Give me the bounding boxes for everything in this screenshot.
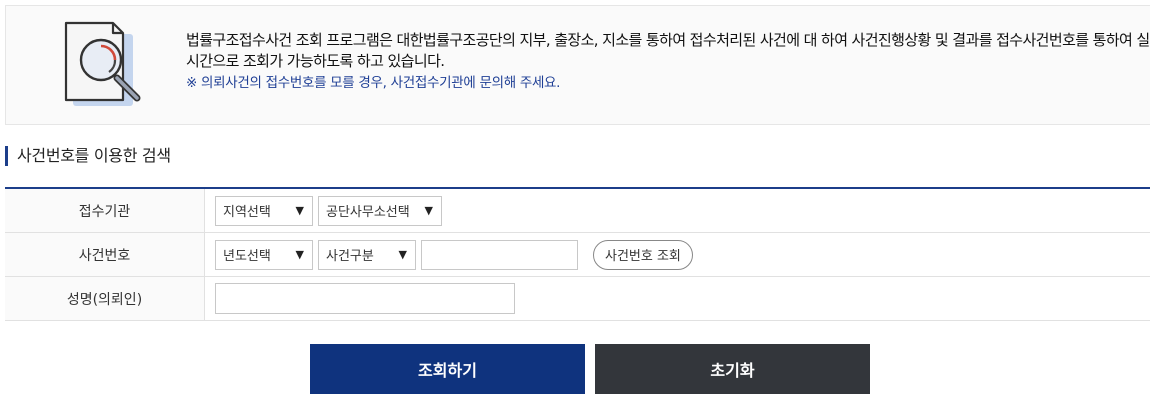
region-select-value: 지역선택 bbox=[223, 205, 271, 220]
reset-button[interactable]: 초기화 bbox=[595, 344, 870, 394]
dropdown-arrow-icon: ▼ bbox=[424, 204, 433, 217]
intro-text: 법률구조접수사건 조회 프로그램은 대한법률구조공단의 지부, 출장소, 지소를… bbox=[186, 30, 1150, 93]
office-select[interactable]: 공단사무소선택 ▼ bbox=[318, 195, 442, 226]
year-select-value: 년도선택 bbox=[223, 249, 271, 264]
case-type-select[interactable]: 사건구분 ▼ bbox=[318, 239, 416, 270]
region-select[interactable]: 지역선택 ▼ bbox=[215, 195, 313, 226]
office-select-value: 공단사무소선택 bbox=[326, 205, 410, 220]
agency-label: 접수기관 bbox=[5, 189, 205, 232]
search-form-table: 접수기관 지역선택 ▼ 공단사무소선택 ▼ 사건번호 년도선택 ▼ 사건구분 ▼… bbox=[5, 187, 1150, 321]
case-number-input[interactable] bbox=[421, 239, 578, 270]
search-button[interactable]: 조회하기 bbox=[310, 344, 585, 394]
section-title: 사건번호를 이용한 검색 bbox=[5, 146, 171, 166]
case-type-select-value: 사건구분 bbox=[326, 249, 374, 264]
case-number-lookup-button[interactable]: 사건번호 조회 bbox=[593, 239, 693, 270]
dropdown-arrow-icon: ▼ bbox=[295, 248, 304, 261]
dropdown-arrow-icon: ▼ bbox=[295, 204, 304, 217]
info-box: 법률구조접수사건 조회 프로그램은 대한법률구조공단의 지부, 출장소, 지소를… bbox=[5, 5, 1150, 125]
intro-note: ※ 의뢰사건의 접수번호를 모를 경우, 사건접수기관에 문의해 주세요. bbox=[186, 75, 561, 91]
case-number-row: 사건번호 년도선택 ▼ 사건구분 ▼ 사건번호 조회 bbox=[5, 233, 1150, 277]
agency-row: 접수기관 지역선택 ▼ 공단사무소선택 ▼ bbox=[5, 189, 1150, 233]
intro-description: 법률구조접수사건 조회 프로그램은 대한법률구조공단의 지부, 출장소, 지소를… bbox=[186, 31, 1150, 70]
client-name-row: 성명(의뢰인) bbox=[5, 277, 1150, 321]
case-number-label: 사건번호 bbox=[5, 233, 205, 276]
year-select[interactable]: 년도선택 ▼ bbox=[215, 239, 313, 270]
document-search-icon bbox=[64, 21, 141, 106]
client-name-label: 성명(의뢰인) bbox=[5, 277, 205, 320]
dropdown-arrow-icon: ▼ bbox=[398, 248, 407, 261]
client-name-input[interactable] bbox=[215, 283, 515, 314]
